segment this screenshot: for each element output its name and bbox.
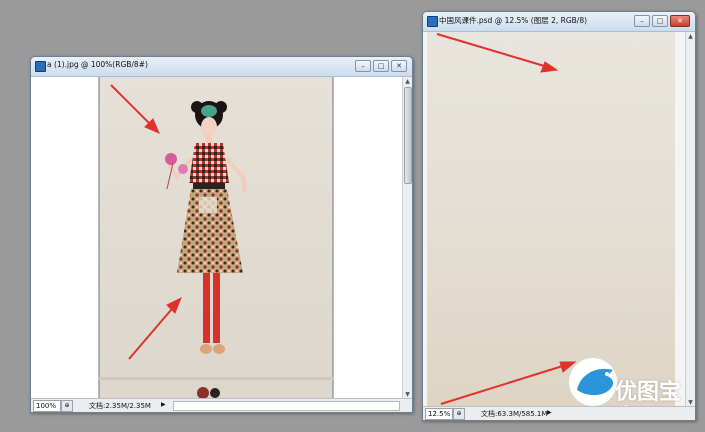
horizontal-scrollbar[interactable] bbox=[173, 401, 400, 411]
vertical-scrollbar[interactable]: ▲ ▼ bbox=[685, 32, 695, 407]
scroll-up-arrow[interactable]: ▲ bbox=[687, 33, 694, 40]
navigator-icon[interactable]: ⊕ bbox=[61, 400, 73, 412]
watermark-bird-logo bbox=[569, 358, 617, 406]
document-size: 文档:63.3M/585.1M bbox=[481, 410, 548, 418]
close-button[interactable]: ✕ bbox=[391, 60, 407, 72]
minimize-button[interactable]: – bbox=[634, 15, 650, 27]
title-bar[interactable]: a (1).jpg @ 100%(RGB/8#) – □ ✕ bbox=[31, 57, 412, 77]
status-menu-arrow-icon[interactable]: ▶ bbox=[547, 408, 555, 418]
window-title: 中国风课件.psd @ 12.5% (图层 2, RGB/8) bbox=[439, 16, 588, 25]
zoom-field[interactable]: 100% bbox=[33, 400, 61, 412]
canvas-background bbox=[423, 32, 685, 407]
document-canvas[interactable] bbox=[31, 77, 402, 399]
scroll-down-arrow[interactable]: ▼ bbox=[404, 391, 411, 398]
vertical-scrollbar[interactable]: ▲ ▼ bbox=[402, 77, 412, 399]
zoom-field[interactable]: 12.5% bbox=[425, 408, 453, 420]
restore-button[interactable]: □ bbox=[652, 15, 668, 27]
navigator-icon[interactable]: ⊕ bbox=[453, 408, 465, 420]
document-canvas[interactable] bbox=[423, 32, 685, 407]
document-window-left[interactable]: a (1).jpg @ 100%(RGB/8#) – □ ✕ ▲ ▼ 100% … bbox=[30, 56, 413, 413]
title-bar[interactable]: 中国风课件.psd @ 12.5% (图层 2, RGB/8) – □ ✕ bbox=[423, 12, 695, 32]
minimize-button[interactable]: – bbox=[355, 60, 371, 72]
photoshop-icon bbox=[35, 61, 46, 72]
scroll-thumb[interactable] bbox=[404, 87, 412, 184]
status-bar: 12.5% ⊕ 文档:63.3M/585.1M ▶ bbox=[423, 406, 695, 420]
photo-image bbox=[98, 77, 334, 399]
restore-button[interactable]: □ bbox=[373, 60, 389, 72]
document-window-right[interactable]: 中国风课件.psd @ 12.5% (图层 2, RGB/8) – □ ✕ 优图… bbox=[422, 11, 696, 421]
scroll-up-arrow[interactable]: ▲ bbox=[404, 78, 411, 85]
document-size: 文档:2.35M/2.35M bbox=[89, 402, 151, 410]
scroll-down-arrow[interactable]: ▼ bbox=[687, 399, 694, 406]
photoshop-icon bbox=[427, 16, 438, 27]
status-bar: 100% ⊕ 文档:2.35M/2.35M ▶ bbox=[31, 398, 412, 412]
window-title: a (1).jpg @ 100%(RGB/8#) bbox=[47, 60, 148, 69]
close-button[interactable]: ✕ bbox=[670, 15, 690, 27]
status-menu-arrow-icon[interactable]: ▶ bbox=[161, 400, 169, 410]
